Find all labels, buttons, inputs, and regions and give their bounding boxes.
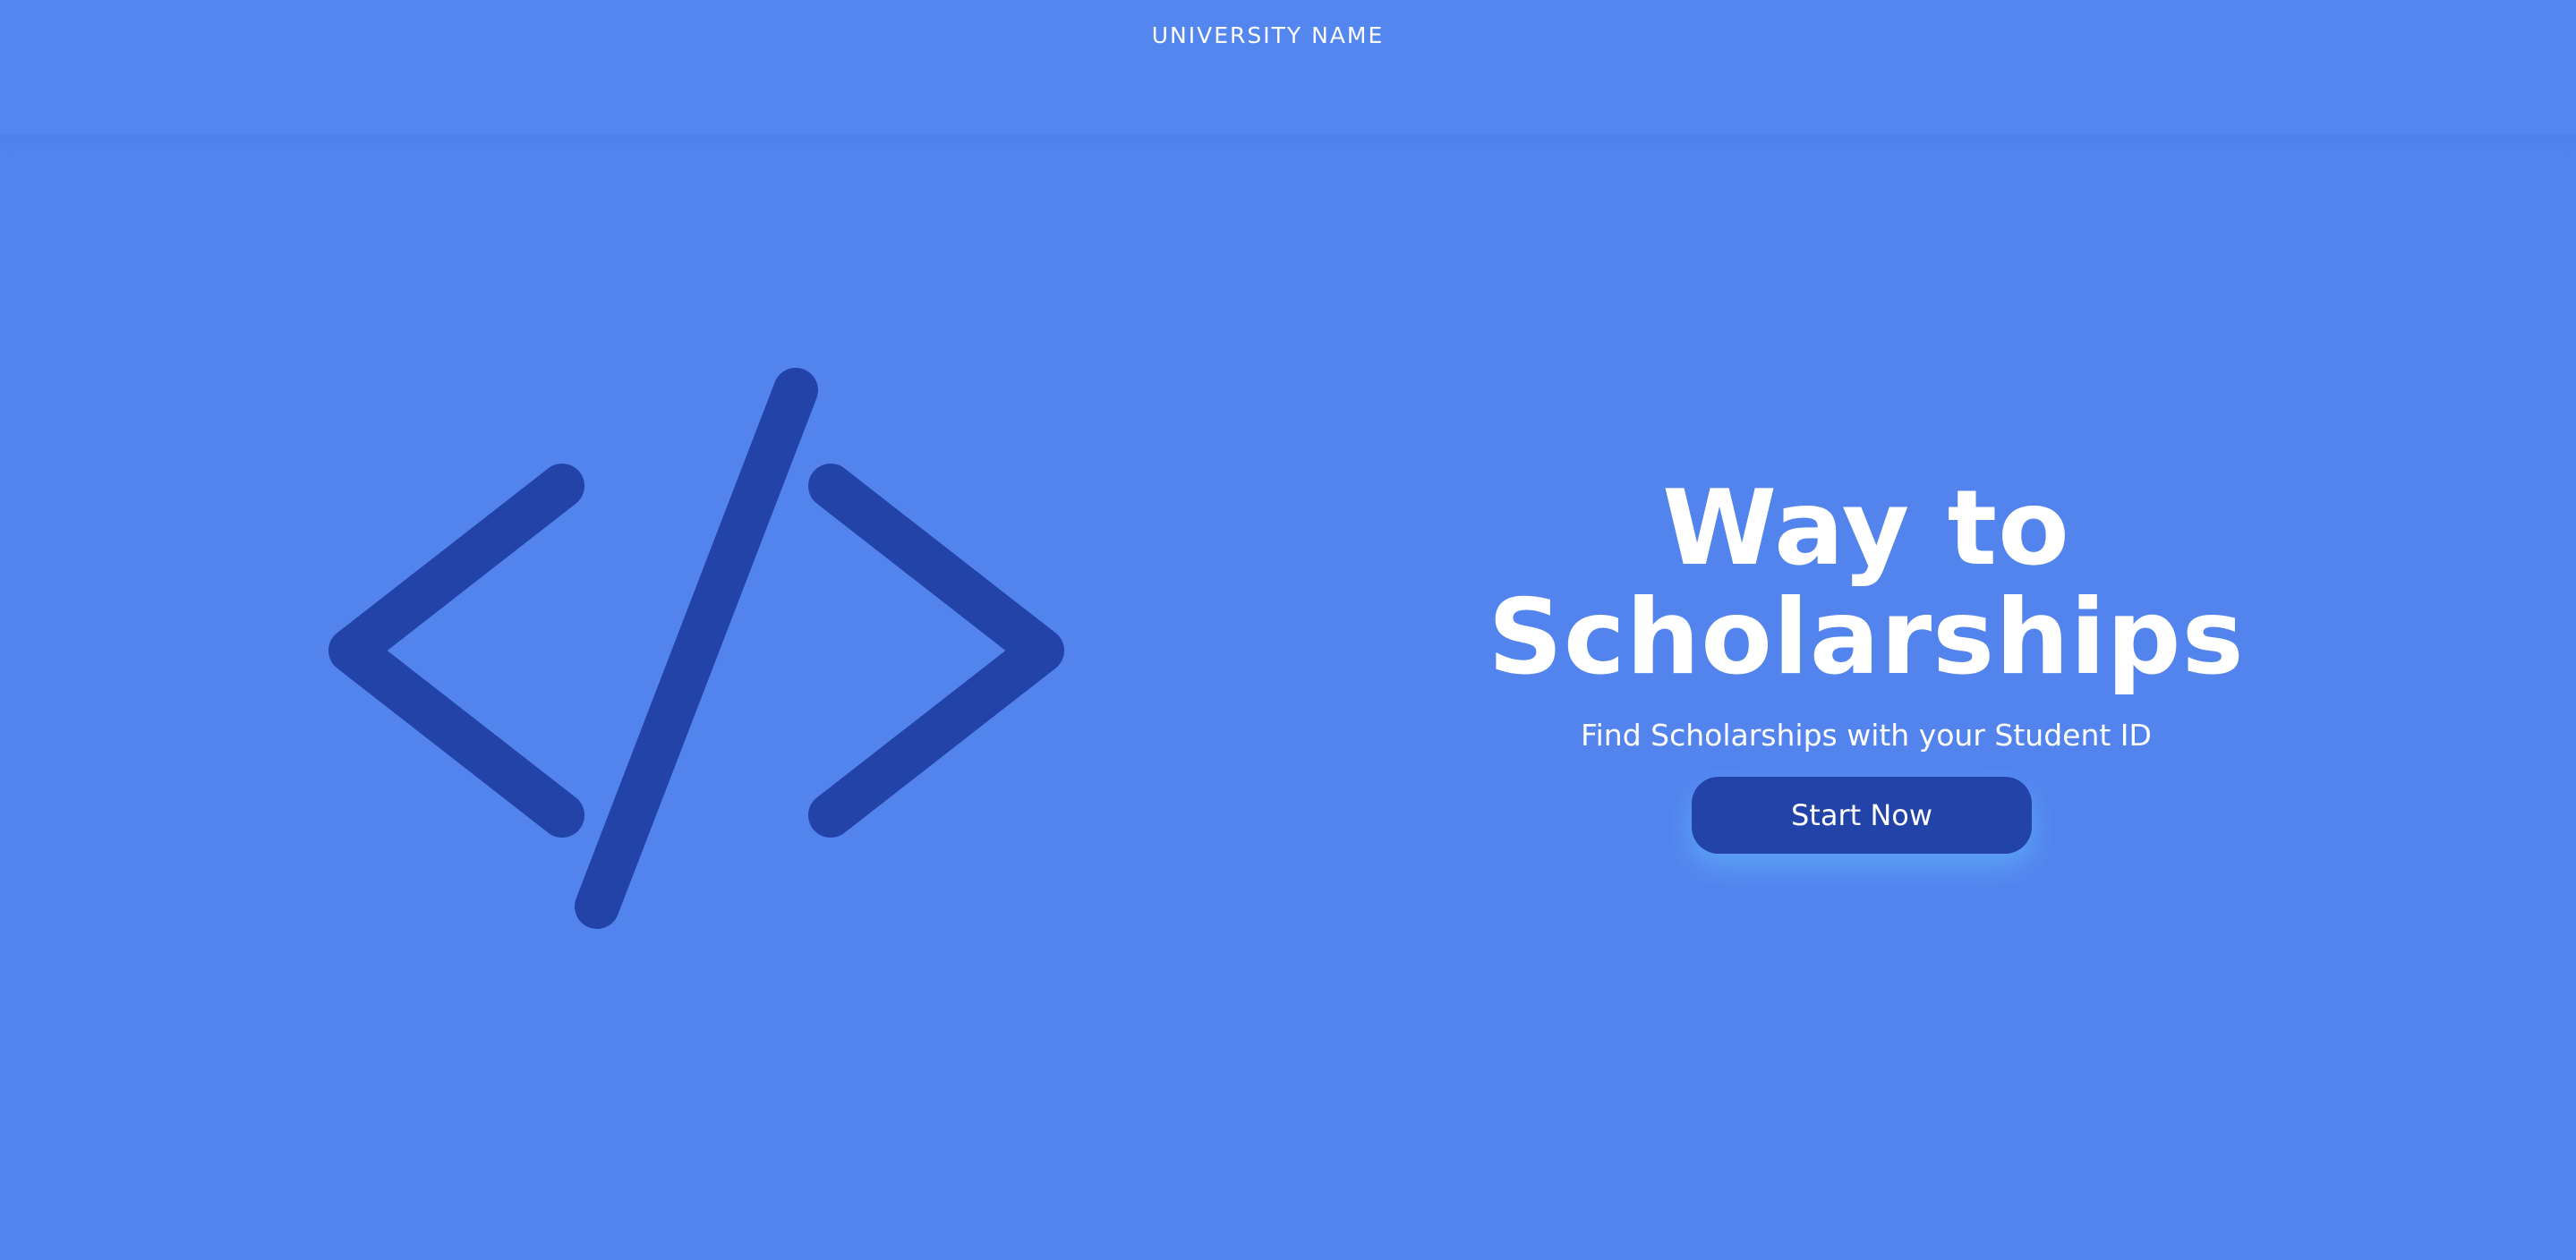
hero-title: Way to Scholarships xyxy=(1468,474,2265,693)
hero-subtitle: Find Scholarships with your Student ID xyxy=(1581,718,2152,753)
code-icon-right-bracket xyxy=(808,464,1064,838)
code-icon xyxy=(327,358,1070,949)
hero-text: Way to Scholarships Find Scholarships wi… xyxy=(1468,474,2265,854)
code-icon-left-bracket xyxy=(328,464,584,838)
code-icon-slash xyxy=(575,368,818,929)
start-now-button[interactable]: Start Now xyxy=(1692,777,2032,854)
hero-title-line-2: Scholarships xyxy=(1488,577,2245,698)
site-header: UNIVERSITY NAME xyxy=(0,0,2576,134)
university-name: UNIVERSITY NAME xyxy=(1151,21,1385,48)
hero-title-line-1: Way to xyxy=(1662,468,2070,589)
